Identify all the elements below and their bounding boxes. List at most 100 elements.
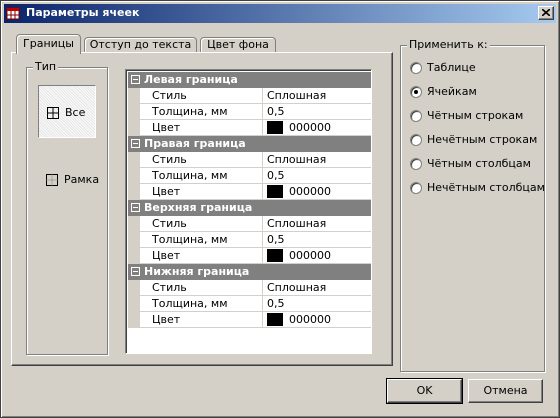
property-value[interactable]: 0,5 <box>267 296 285 311</box>
row-gutter <box>128 184 140 200</box>
radio-button[interactable] <box>410 134 422 146</box>
category-label: Левая граница <box>144 73 238 86</box>
category-bottom-border[interactable]: Нижняя граница <box>128 264 371 280</box>
property-value[interactable]: 000000 <box>289 248 331 263</box>
color-swatch[interactable] <box>267 185 283 198</box>
border-property-grid[interactable]: Левая граница Стиль Сплошная Толщина, мм… <box>125 69 372 354</box>
property-name: Стиль <box>140 88 263 104</box>
property-value[interactable]: 000000 <box>289 120 331 135</box>
property-value[interactable]: 000000 <box>289 184 331 199</box>
cancel-button[interactable]: Отмена <box>468 379 543 403</box>
tab-text-padding[interactable]: Отступ до текста <box>84 37 197 53</box>
tab-background-color[interactable]: Цвет фона <box>200 37 276 53</box>
row-gutter <box>128 232 140 248</box>
category-right-border[interactable]: Правая граница <box>128 136 371 152</box>
property-row-width[interactable]: Толщина, мм 0,5 <box>128 104 371 120</box>
color-swatch[interactable] <box>267 121 283 134</box>
tab-text-padding-label: Отступ до текста <box>89 38 192 51</box>
category-left-border[interactable]: Левая граница <box>128 72 371 88</box>
property-value[interactable]: 0,5 <box>267 104 285 119</box>
row-gutter <box>128 280 140 296</box>
table-app-icon <box>6 6 21 21</box>
ok-button[interactable]: OK <box>386 378 463 404</box>
title-bar[interactable]: Параметры ячеек <box>4 4 556 23</box>
property-value[interactable]: Сплошная <box>267 216 326 231</box>
outer-border-icon <box>46 174 58 186</box>
property-name: Цвет <box>140 248 263 264</box>
property-name: Толщина, мм <box>140 296 263 312</box>
dialog-window: Параметры ячеек Границы Отступ до текста… <box>0 0 560 418</box>
property-value[interactable]: 000000 <box>289 312 331 327</box>
close-icon <box>542 9 550 16</box>
property-row-color[interactable]: Цвет 000000 <box>128 248 371 264</box>
type-frame-button[interactable]: Рамка <box>38 153 100 206</box>
property-name: Стиль <box>140 216 263 232</box>
color-swatch[interactable] <box>267 249 283 262</box>
property-row-color[interactable]: Цвет 000000 <box>128 184 371 200</box>
radio-label: Ячейкам <box>427 85 477 98</box>
row-gutter <box>128 312 140 328</box>
radio-button[interactable] <box>410 110 422 122</box>
tab-background-color-label: Цвет фона <box>207 38 269 51</box>
radio-label: Нечётным столбцам <box>427 181 545 194</box>
property-name: Цвет <box>140 120 263 136</box>
radio-label: Чётным столбцам <box>427 157 531 170</box>
property-grid-rows: Левая граница Стиль Сплошная Толщина, мм… <box>128 72 371 328</box>
tab-borders[interactable]: Границы <box>16 34 81 54</box>
type-frame-label: Рамка <box>64 173 100 186</box>
color-swatch[interactable] <box>267 313 283 326</box>
close-button[interactable] <box>538 6 554 20</box>
property-name: Толщина, мм <box>140 104 263 120</box>
row-gutter <box>128 88 140 104</box>
property-value[interactable]: 0,5 <box>267 168 285 183</box>
row-gutter <box>128 120 140 136</box>
tab-borders-label: Границы <box>23 37 74 50</box>
radio-button[interactable] <box>410 86 422 98</box>
property-value[interactable]: 0,5 <box>267 232 285 247</box>
collapse-icon[interactable] <box>131 139 140 148</box>
collapse-icon[interactable] <box>131 267 140 276</box>
property-row-style[interactable]: Стиль Сплошная <box>128 152 371 168</box>
category-label: Правая граница <box>144 137 246 150</box>
row-gutter <box>128 296 140 312</box>
property-name: Стиль <box>140 152 263 168</box>
radio-checked-dot <box>414 90 418 94</box>
row-gutter <box>128 104 140 120</box>
property-row-width[interactable]: Толщина, мм 0,5 <box>128 296 371 312</box>
property-value[interactable]: Сплошная <box>267 280 326 295</box>
window-title: Параметры ячеек <box>26 6 140 19</box>
radio-label: Таблице <box>427 61 476 74</box>
property-row-style[interactable]: Стиль Сплошная <box>128 88 371 104</box>
property-row-color[interactable]: Цвет 000000 <box>128 312 371 328</box>
property-row-color[interactable]: Цвет 000000 <box>128 120 371 136</box>
property-value[interactable]: Сплошная <box>267 152 326 167</box>
property-row-style[interactable]: Стиль Сплошная <box>128 280 371 296</box>
all-borders-icon <box>47 107 59 119</box>
type-group-title: Тип <box>33 60 59 74</box>
property-row-width[interactable]: Толщина, мм 0,5 <box>128 168 371 184</box>
category-top-border[interactable]: Верхняя граница <box>128 200 371 216</box>
apply-to-group-title: Применить к: <box>407 38 490 52</box>
type-all-button[interactable]: Все <box>38 85 96 138</box>
row-gutter <box>128 168 140 184</box>
property-row-width[interactable]: Толщина, мм 0,5 <box>128 232 371 248</box>
property-name: Цвет <box>140 312 263 328</box>
property-name: Толщина, мм <box>140 232 263 248</box>
category-label: Нижняя граница <box>144 265 250 278</box>
property-row-style[interactable]: Стиль Сплошная <box>128 216 371 232</box>
row-gutter <box>128 152 140 168</box>
property-name: Толщина, мм <box>140 168 263 184</box>
radio-label: Нечётным строкам <box>427 133 538 146</box>
category-label: Верхняя граница <box>144 201 253 214</box>
row-gutter <box>128 248 140 264</box>
collapse-icon[interactable] <box>131 75 140 84</box>
radio-button[interactable] <box>410 158 422 170</box>
type-all-label: Все <box>65 106 86 119</box>
property-name: Стиль <box>140 280 263 296</box>
collapse-icon[interactable] <box>131 203 140 212</box>
property-value[interactable]: Сплошная <box>267 88 326 103</box>
property-name: Цвет <box>140 184 263 200</box>
radio-button[interactable] <box>410 62 422 74</box>
radio-label: Чётным строкам <box>427 109 524 122</box>
radio-button[interactable] <box>410 182 422 194</box>
